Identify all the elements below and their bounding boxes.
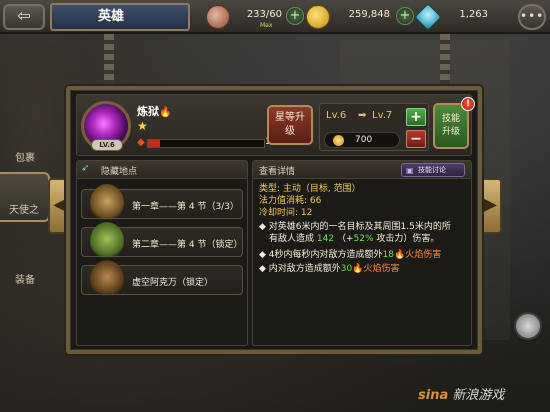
top-bar: ⇦ 英雄 233/60 Max + 259,848 + 1,263 ••• (0, 0, 550, 34)
details-header: 查看详情 ▣ 技能讨论 (253, 161, 471, 179)
sina-games-watermark: sina 新浪游戏 (418, 384, 504, 403)
skill-discussion-label: 技能讨论 (418, 166, 446, 174)
type-label: 类型: (259, 184, 281, 194)
skill-upgrade-label: 技能升级 (441, 114, 460, 137)
skill-details-section: 查看详情 ▣ 技能讨论 类型: 主动（目标, 范围） 法力值消耗: 66 冷却时… (252, 160, 472, 346)
burn-1-post: 火焰伤害 (405, 250, 442, 260)
gem-display: 1,263 (414, 3, 512, 31)
star-upgrade-button[interactable]: 星等升级 (267, 105, 313, 145)
book-icon: ▣ (406, 166, 414, 175)
gem-icon (414, 3, 442, 31)
stamina-display: 233/60 Max + (206, 5, 304, 29)
stamina-max-label: Max (260, 22, 273, 29)
more-menu-button[interactable]: ••• (518, 4, 546, 30)
locations-header: ➶ 隐藏地点 (77, 161, 247, 179)
burn-2-post: 火焰伤害 (363, 264, 400, 274)
location-text: 第二章——第 4 节（锁定） (132, 240, 243, 250)
meat-icon (206, 5, 230, 29)
star-upgrade-label: 星等升级 (275, 112, 305, 137)
sidebar-item-angel[interactable]: 天使之 (0, 172, 50, 222)
skill-type-line: 类型: 主动（目标, 范围） (259, 183, 361, 195)
monster-thumbnail (90, 260, 124, 298)
gem-value: 1,263 (459, 9, 488, 20)
level-increase-button[interactable]: + (406, 108, 426, 126)
monster-thumbnail (90, 222, 124, 260)
burn-1-pre: ◆ 4秒内每秒内对敌方造成额外 (259, 250, 383, 260)
watermark-brand: sina (418, 388, 449, 403)
burn-line-1: ◆ 4秒内每秒内对敌方造成额外18🔥火焰伤害 (259, 249, 441, 261)
back-button[interactable]: ⇦ (3, 4, 45, 30)
level-up-panel: Lv.6 ➡ Lv.7 700 + − (319, 103, 429, 151)
bonus-post: 攻击力）伤害。 (376, 234, 440, 244)
sidebar-item-equipment[interactable]: 装备 (0, 240, 50, 290)
chain-right (440, 34, 450, 94)
add-stamina-button[interactable]: + (286, 7, 304, 25)
skill-name-text: 炼狱 (137, 105, 159, 118)
star-icon: ★ (137, 119, 148, 133)
fire-icon: 🔥 (352, 264, 364, 274)
next-level: Lv.7 (372, 110, 393, 121)
skill-name: 炼狱🔥 (137, 103, 171, 119)
feather-icon: ➶ (81, 163, 90, 174)
mana-cost-line: 法力值消耗: 66 (259, 195, 321, 207)
level-decrease-button[interactable]: − (406, 130, 426, 148)
gold-coin-icon (306, 5, 330, 29)
gold-value: 259,848 (348, 9, 390, 20)
hidden-locations-section: ➶ 隐藏地点 第一章——第 4 节（3/3） 第二章——第 4 节（锁定） 虚空… (76, 160, 248, 346)
fire-icon: 🔥 (393, 250, 406, 260)
burn-1-value: 18 (382, 250, 394, 260)
location-item[interactable]: 虚空阿克万（锁定） (81, 260, 243, 298)
bonus-value: 52% (353, 234, 374, 244)
sidebar-item-label: 装备 (15, 275, 35, 286)
bonus-pre: （+ (336, 234, 354, 244)
xp-progress-fill (148, 140, 160, 147)
chain-left (104, 34, 114, 94)
locations-header-text: 隐藏地点 (101, 167, 138, 177)
burn-line-2: ◆ 内对敌方造成额外30🔥火焰伤害 (259, 263, 399, 275)
current-level: Lv.6 (326, 110, 347, 121)
assistive-touch-button[interactable] (514, 312, 542, 340)
gold-coin-icon (333, 135, 344, 146)
location-text: 第一章——第 4 节（3/3） (132, 202, 239, 212)
skill-discussion-button[interactable]: ▣ 技能讨论 (401, 163, 465, 177)
cooldown-value: 12 (300, 208, 313, 218)
xp-gem-icon: ◆ (137, 137, 145, 148)
xp-progress-bar (147, 139, 265, 148)
skill-panel: LV.6 炼狱🔥 ★ ◆ 1/10 星等升级 Lv.6 ➡ Lv.7 700 +… (66, 86, 482, 354)
cooldown-line: 冷却时间: 12 (259, 207, 312, 219)
watermark-text: 新浪游戏 (452, 388, 505, 403)
cooldown-label: 冷却时间: (259, 208, 299, 218)
mana-value: 66 (309, 196, 322, 206)
sidebar-item-label: 包裹 (15, 153, 35, 164)
burn-2-pre: ◆ 内对敌方造成额外 (259, 264, 341, 274)
sidebar-item-label: 天使之 (9, 205, 39, 216)
mana-label: 法力值消耗: (259, 196, 308, 206)
location-item[interactable]: 第二章——第 4 节（锁定） (81, 222, 243, 260)
details-header-text: 查看详情 (259, 167, 296, 177)
upgrade-cost: 700 (324, 132, 400, 148)
stamina-value: 233/60 (246, 9, 282, 20)
burn-2-value: 30 (340, 264, 353, 274)
upgrade-cost-value: 700 (355, 135, 373, 145)
description-line-2: 有敌人造成 142 （+52% 攻击力）伤害。 (269, 233, 439, 245)
skill-summary: LV.6 炼狱🔥 ★ ◆ 1/10 星等升级 Lv.6 ➡ Lv.7 700 +… (76, 94, 475, 156)
gold-display: 259,848 + (306, 5, 414, 29)
monster-thumbnail (90, 184, 124, 222)
desc-pre: 有敌人造成 (269, 234, 315, 244)
sidebar-item-bag[interactable]: 包裹 (0, 118, 50, 168)
damage-value: 142 (316, 234, 335, 244)
page-title: 英雄 (50, 3, 190, 31)
level-arrow-icon: ➡ (358, 110, 367, 121)
notification-badge: ! (461, 97, 475, 111)
skill-level-badge: LV.6 (91, 139, 123, 151)
type-value: 主动（目标, 范围） (282, 184, 361, 194)
add-gold-button[interactable]: + (396, 7, 414, 25)
location-item[interactable]: 第一章——第 4 节（3/3） (81, 184, 243, 222)
location-text: 虚空阿克万（锁定） (132, 278, 214, 288)
description-line-1: ◆ 对英雄6米内的一名目标及其周围1.5米内的所 (259, 222, 451, 232)
fire-icon: 🔥 (159, 107, 172, 118)
